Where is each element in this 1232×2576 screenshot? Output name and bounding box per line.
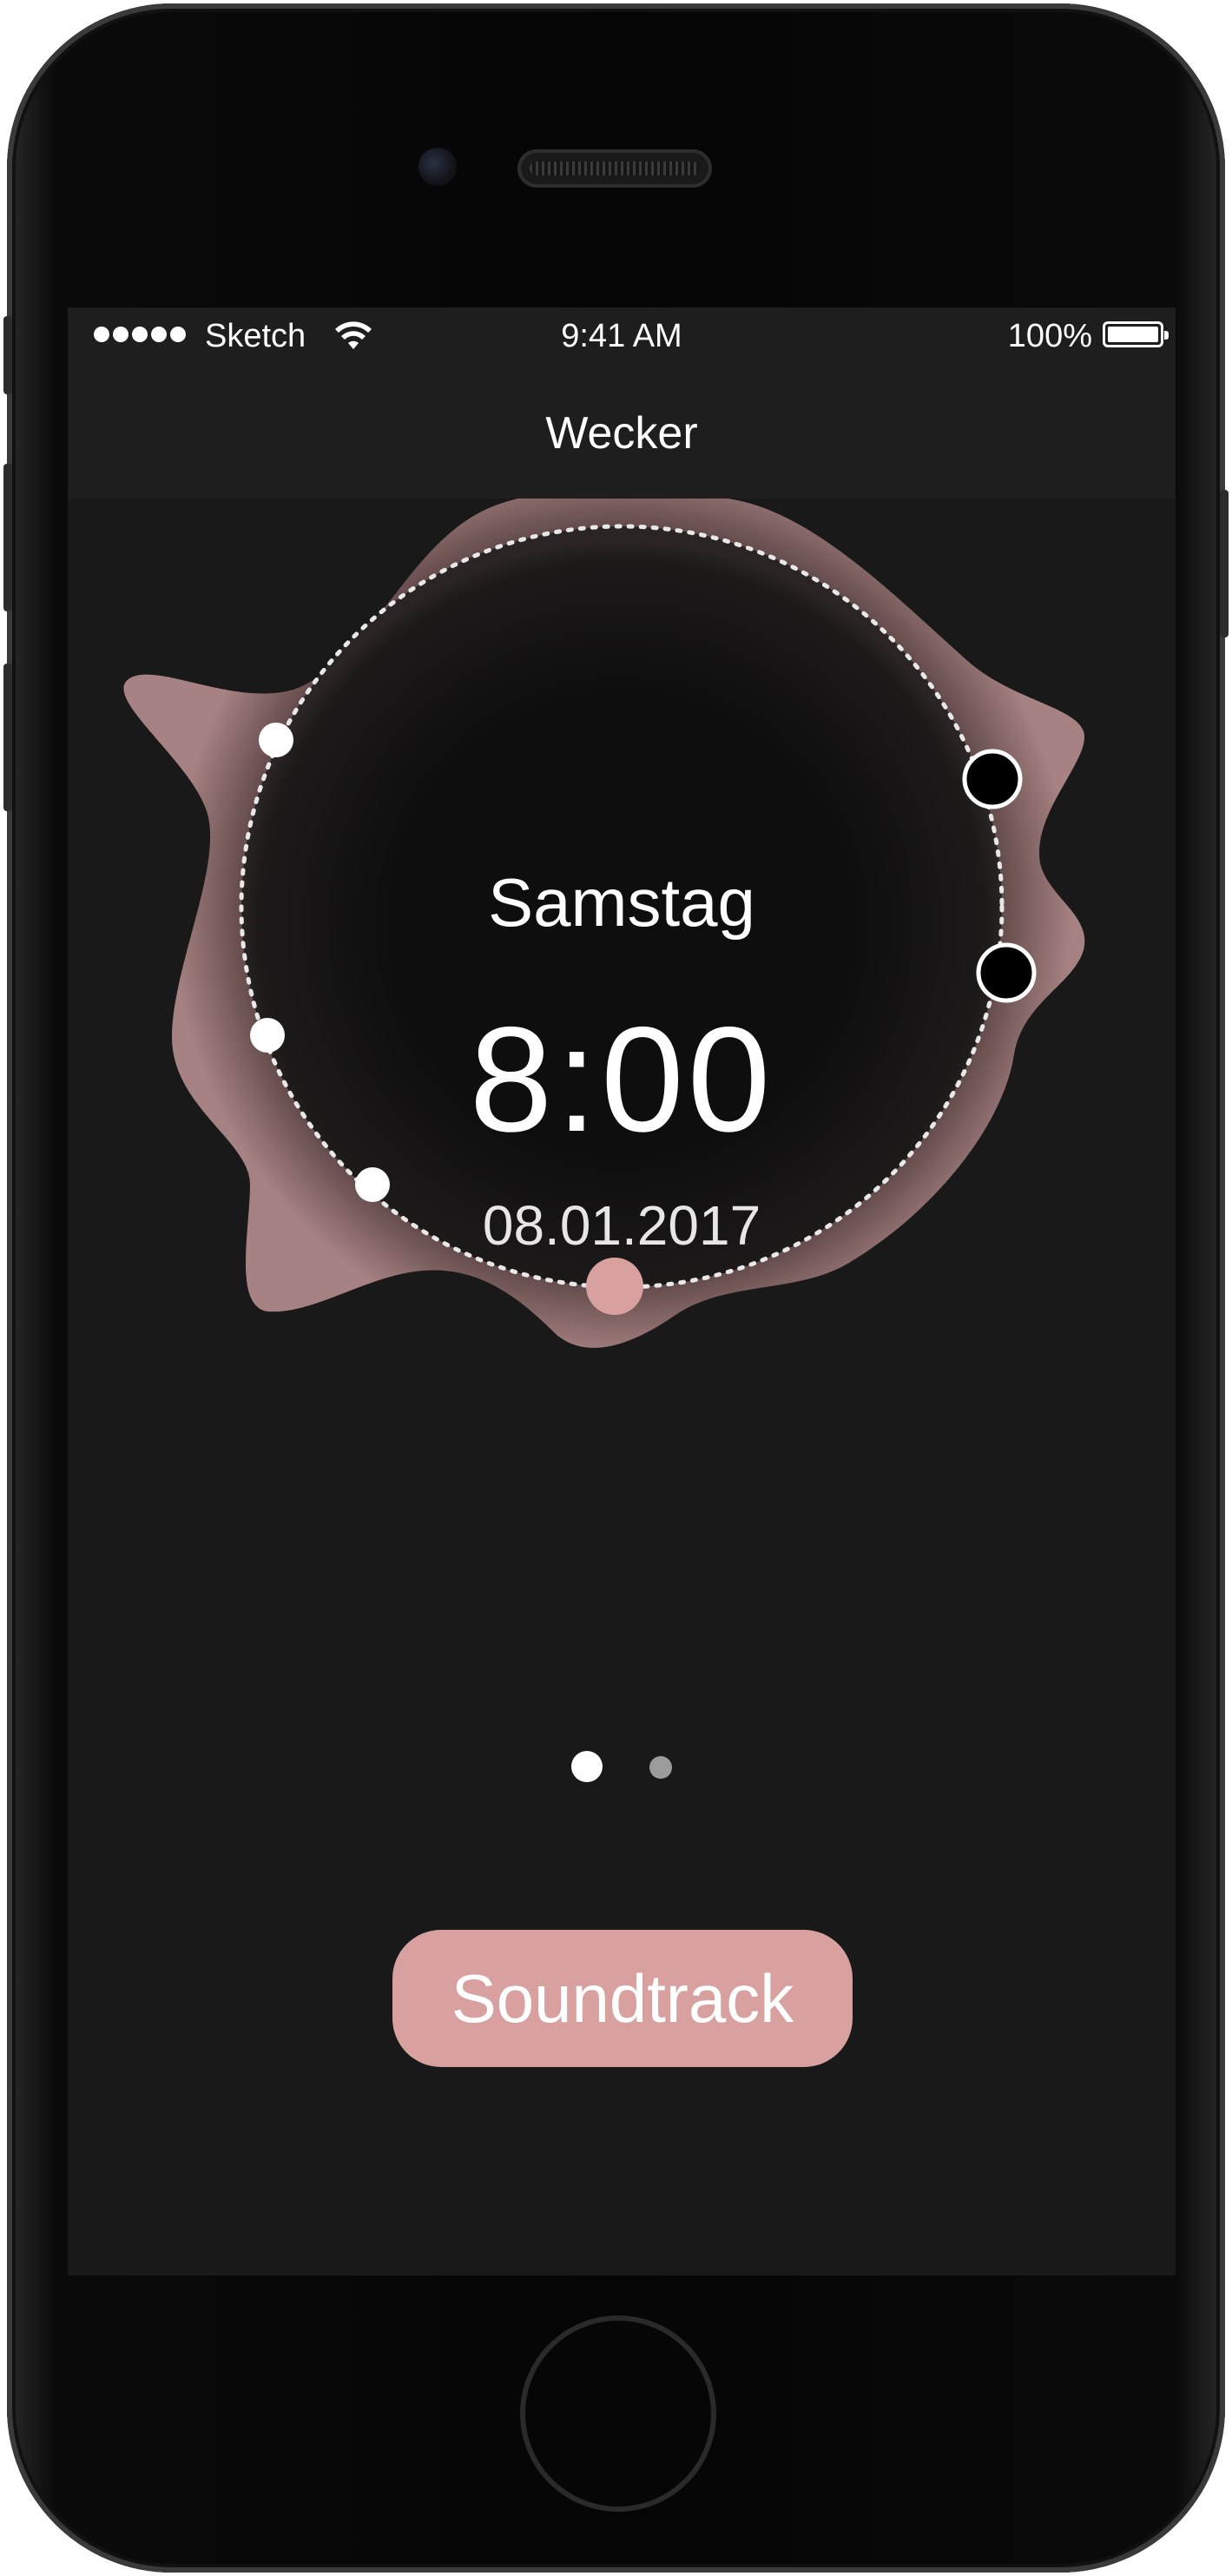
dial-marker-upper-left[interactable]: [259, 723, 293, 757]
battery-icon: [1103, 321, 1169, 347]
dial-handle-upper-right[interactable]: [962, 749, 1023, 809]
volume-up-button: [3, 464, 12, 611]
screen: Sketch 9:41 AM 100% Wecker Samstag 8:00 …: [68, 307, 1176, 2275]
page-indicator[interactable]: [68, 1749, 1176, 1784]
earpiece-speaker: [517, 149, 712, 188]
page-dot-inactive[interactable]: [649, 1756, 672, 1779]
alarm-date: 08.01.2017: [482, 1194, 761, 1257]
page-dot-active[interactable]: [571, 1751, 603, 1782]
home-button[interactable]: [525, 2321, 711, 2507]
navigation-bar: Wecker: [68, 368, 1176, 499]
battery-percent: 100%: [1007, 318, 1092, 354]
alarm-content: Samstag 8:00 08.01.2017 Soundtrack: [68, 499, 1176, 2275]
phone-frame: Sketch 9:41 AM 100% Wecker Samstag 8:00 …: [3, 3, 1229, 2573]
battery-level-fill: [1108, 327, 1158, 342]
front-camera: [418, 148, 457, 186]
power-button: [1220, 490, 1229, 637]
volume-down-button: [3, 664, 12, 811]
dial-handle-selected[interactable]: [586, 1258, 643, 1315]
alarm-day: Samstag: [488, 864, 755, 941]
status-bar: Sketch 9:41 AM 100%: [68, 307, 1176, 368]
alarm-time[interactable]: 8:00: [68, 994, 1176, 1166]
page-title: Wecker: [545, 408, 698, 459]
silent-switch: [3, 316, 12, 394]
dial-handle-right[interactable]: [976, 942, 1037, 1003]
soundtrack-button[interactable]: Soundtrack: [392, 1930, 853, 2067]
